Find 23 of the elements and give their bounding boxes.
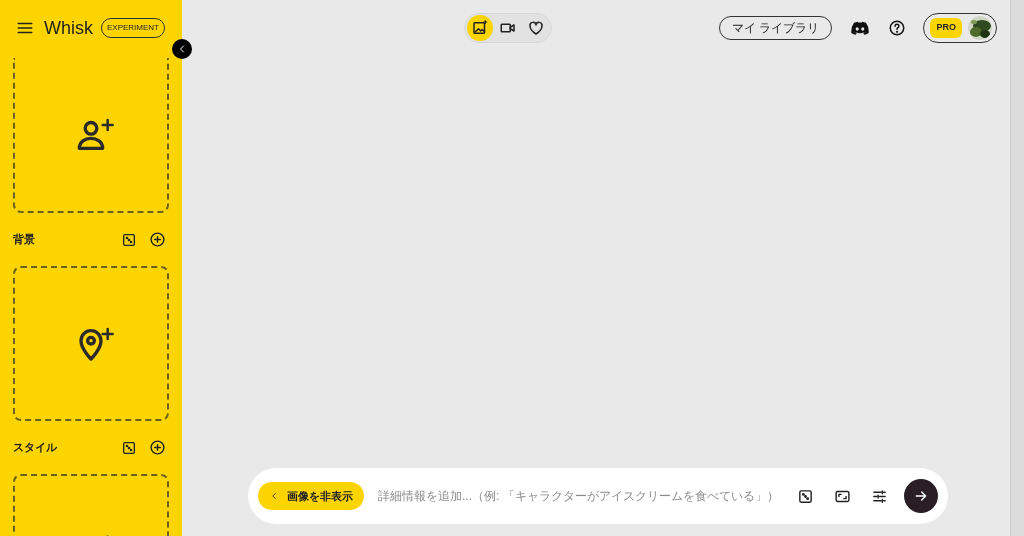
send-button[interactable] <box>904 479 938 513</box>
add-icon[interactable] <box>149 439 166 456</box>
heart-icon <box>527 19 545 37</box>
pro-badge: PRO <box>930 18 962 38</box>
dice-icon[interactable] <box>121 439 137 456</box>
app-title: Whisk <box>44 16 93 40</box>
section-label: スタイル <box>13 440 57 456</box>
section-label: 背景 <box>13 232 35 248</box>
image-drop-zone[interactable] <box>13 266 169 421</box>
help-icon[interactable] <box>888 19 907 37</box>
hide-images-button[interactable]: 画像を非表示 <box>258 482 364 510</box>
image-sparkle-icon <box>471 19 489 37</box>
mode-tab[interactable] <box>467 15 493 41</box>
sliders-icon[interactable] <box>871 487 888 505</box>
image-drop-zone[interactable] <box>13 58 169 213</box>
arrow-right-icon <box>913 488 929 504</box>
prompt-input[interactable]: 詳細情報を追加...（例: 「キャラクターがアイスクリームを食べている」） <box>378 487 789 505</box>
game-controller-icon[interactable] <box>851 21 870 35</box>
add-icon[interactable] <box>149 231 166 248</box>
chevron-left-icon <box>269 491 279 501</box>
collapse-sidebar-button[interactable] <box>172 39 192 59</box>
dice-icon[interactable] <box>797 487 814 505</box>
dice-icon[interactable] <box>121 231 137 248</box>
